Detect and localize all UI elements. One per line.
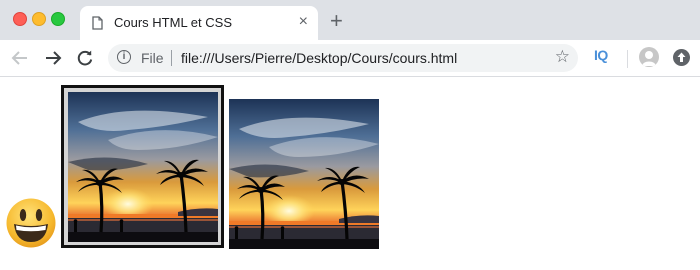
update-arrow-icon[interactable] [673,49,690,66]
url-text[interactable]: file:///Users/Pierre/Desktop/Cours/cours… [181,50,457,66]
sunset-palm-photo-bordered [61,85,224,248]
bookmark-star-icon[interactable]: ☆ [555,47,570,67]
toolbar-divider [627,50,628,68]
tab-close-icon[interactable]: × [299,13,308,31]
address-divider [171,50,172,66]
info-icon[interactable]: i [117,50,131,64]
iq-extension-icon[interactable]: IQ [594,47,608,63]
browser-tab[interactable]: Cours HTML et CSS × [80,6,318,40]
tab-title: Cours HTML et CSS [114,15,232,30]
profile-avatar-icon[interactable] [639,47,659,67]
grinning-face-emoji-icon [6,198,56,248]
sunset-palm-photo [229,99,379,249]
reload-icon[interactable] [76,49,94,67]
address-bar[interactable]: i File file:///Users/Pierre/Desktop/Cour… [108,44,578,72]
back-arrow-icon[interactable] [11,49,29,67]
close-window-button[interactable] [13,12,27,26]
maximize-window-button[interactable] [51,12,65,26]
document-icon [92,16,103,30]
forward-arrow-icon[interactable] [44,49,62,67]
scheme-label: File [141,50,164,66]
minimize-window-button[interactable] [32,12,46,26]
new-tab-button[interactable]: + [330,10,343,32]
